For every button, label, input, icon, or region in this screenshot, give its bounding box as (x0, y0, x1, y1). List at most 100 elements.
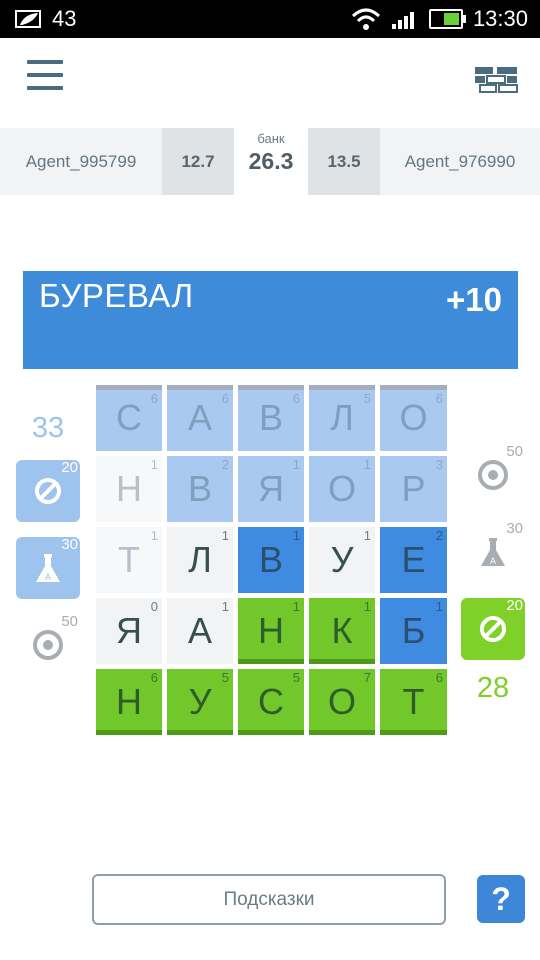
tile-number: 6 (435, 391, 443, 406)
tile-letter: Н (116, 681, 142, 722)
letter-tile[interactable]: У1 (309, 527, 375, 593)
tile-number: 6 (150, 670, 158, 685)
letter-tile[interactable]: А1 (167, 598, 233, 664)
letter-tile[interactable]: О6 (380, 385, 447, 451)
letter-tile[interactable]: О1 (309, 456, 375, 522)
left-flask-button[interactable]: A 30 (16, 536, 80, 599)
letter-tile[interactable]: Т1 (96, 527, 162, 593)
tile-letter: У (330, 539, 354, 580)
tile-number: 1 (363, 528, 371, 543)
flask-letter: A (490, 557, 497, 567)
hints-button[interactable]: Подсказки (92, 874, 446, 925)
letter-tile[interactable]: В1 (238, 527, 304, 593)
tile-number: 1 (221, 528, 229, 543)
target-icon (33, 630, 63, 660)
tile-number: 2 (435, 528, 443, 543)
tile-number: 3 (435, 457, 443, 472)
tile-letter: Т (402, 681, 425, 722)
letter-tile[interactable]: А6 (167, 385, 233, 451)
letter-tile[interactable]: В6 (238, 385, 304, 451)
tile-number: 6 (221, 391, 229, 406)
tile-letter: Н (116, 468, 142, 509)
left-flask-cost: 30 (61, 536, 78, 553)
right-agent-name: Agent_976990 (404, 151, 516, 171)
letter-tile[interactable]: Л1 (167, 527, 233, 593)
letter-tile[interactable]: Р3 (380, 456, 447, 522)
clock: 13:30 (472, 6, 528, 31)
right-skip-button[interactable]: 20 (461, 597, 525, 660)
letter-tile[interactable]: К1 (309, 598, 375, 664)
left-target-cost: 50 (61, 613, 78, 630)
letter-tile[interactable]: О7 (309, 669, 375, 735)
letter-tile[interactable]: С5 (238, 669, 304, 735)
tile-number: 1 (221, 599, 229, 614)
tile-number: 2 (221, 457, 229, 472)
tile-number: 5 (292, 670, 300, 685)
target-icon (478, 460, 508, 490)
flask-icon: A (481, 538, 505, 567)
tile-letter: Я (116, 610, 142, 651)
letter-tile[interactable]: Н1 (96, 456, 162, 522)
letter-tile[interactable]: Т6 (380, 669, 447, 735)
left-player-score: 33 (31, 412, 65, 444)
letter-tile[interactable]: Н1 (238, 598, 304, 664)
letter-tile[interactable]: Н6 (96, 669, 162, 735)
right-target-button[interactable]: 50 (461, 443, 525, 506)
tile-letter: Е (401, 539, 426, 580)
tile-letter: Я (258, 468, 284, 509)
tile-number: 1 (363, 599, 371, 614)
current-word-banner: БУРЕВАЛ +10 (23, 271, 518, 369)
right-flask-button[interactable]: A 30 (461, 520, 525, 583)
tile-number: 1 (363, 457, 371, 472)
current-word: БУРЕВАЛ (39, 277, 194, 314)
letter-tile[interactable]: Е2 (380, 527, 447, 593)
help-button[interactable]: ? (477, 875, 525, 923)
letter-tile[interactable]: Л5 (309, 385, 375, 451)
tile-number: 7 (363, 670, 371, 685)
flask-icon: A (36, 554, 60, 583)
skip-icon (35, 478, 61, 504)
left-target-button[interactable]: 50 (16, 613, 80, 676)
letter-tile[interactable]: С6 (96, 385, 162, 451)
tile-number: 1 (150, 457, 158, 472)
left-skip-cost: 20 (61, 459, 78, 476)
flask-letter: A (45, 573, 52, 583)
tile-number: 5 (363, 391, 371, 406)
tile-number: 1 (150, 528, 158, 543)
right-skip-cost: 20 (506, 597, 523, 614)
bricks-icon[interactable] (474, 66, 518, 94)
tile-letter: У (188, 681, 212, 722)
letter-tile[interactable]: У5 (167, 669, 233, 735)
tile-letter: Н (258, 610, 284, 651)
word-points: +10 (446, 281, 502, 318)
letter-tile[interactable]: Я0 (96, 598, 162, 664)
tile-letter: С (258, 681, 284, 722)
letter-tile[interactable]: Я1 (238, 456, 304, 522)
bank-value: 26.3 (248, 148, 294, 174)
bank-label: банк (257, 131, 285, 146)
tile-letter: Л (188, 539, 212, 580)
skip-icon (480, 616, 506, 642)
right-target-cost: 50 (506, 443, 523, 460)
battery-icon (428, 9, 466, 29)
notification-count: 43 (52, 6, 77, 31)
tile-number: 6 (435, 670, 443, 685)
right-flask-cost: 30 (506, 520, 523, 537)
tile-number: 0 (150, 599, 158, 614)
tile-number: 1 (292, 528, 300, 543)
tile-letter: О (327, 468, 356, 509)
tile-letter: А (187, 610, 212, 651)
score-bar: Agent_995799 12.7 банк 26.3 13.5 Agent_9… (0, 128, 540, 195)
tile-number: 1 (292, 599, 300, 614)
tile-number: 1 (435, 599, 443, 614)
letter-tile[interactable]: В2 (167, 456, 233, 522)
left-skip-button[interactable]: 20 (16, 459, 80, 522)
right-agent-score: 13.5 (308, 128, 380, 195)
wifi-icon (351, 8, 380, 30)
tile-letter: Р (401, 468, 426, 509)
status-bar: 43 13:30 (0, 0, 540, 38)
right-player-score: 28 (476, 672, 510, 704)
tile-letter: О (327, 681, 356, 722)
menu-icon[interactable] (27, 60, 63, 90)
letter-tile[interactable]: Б1 (380, 598, 447, 664)
